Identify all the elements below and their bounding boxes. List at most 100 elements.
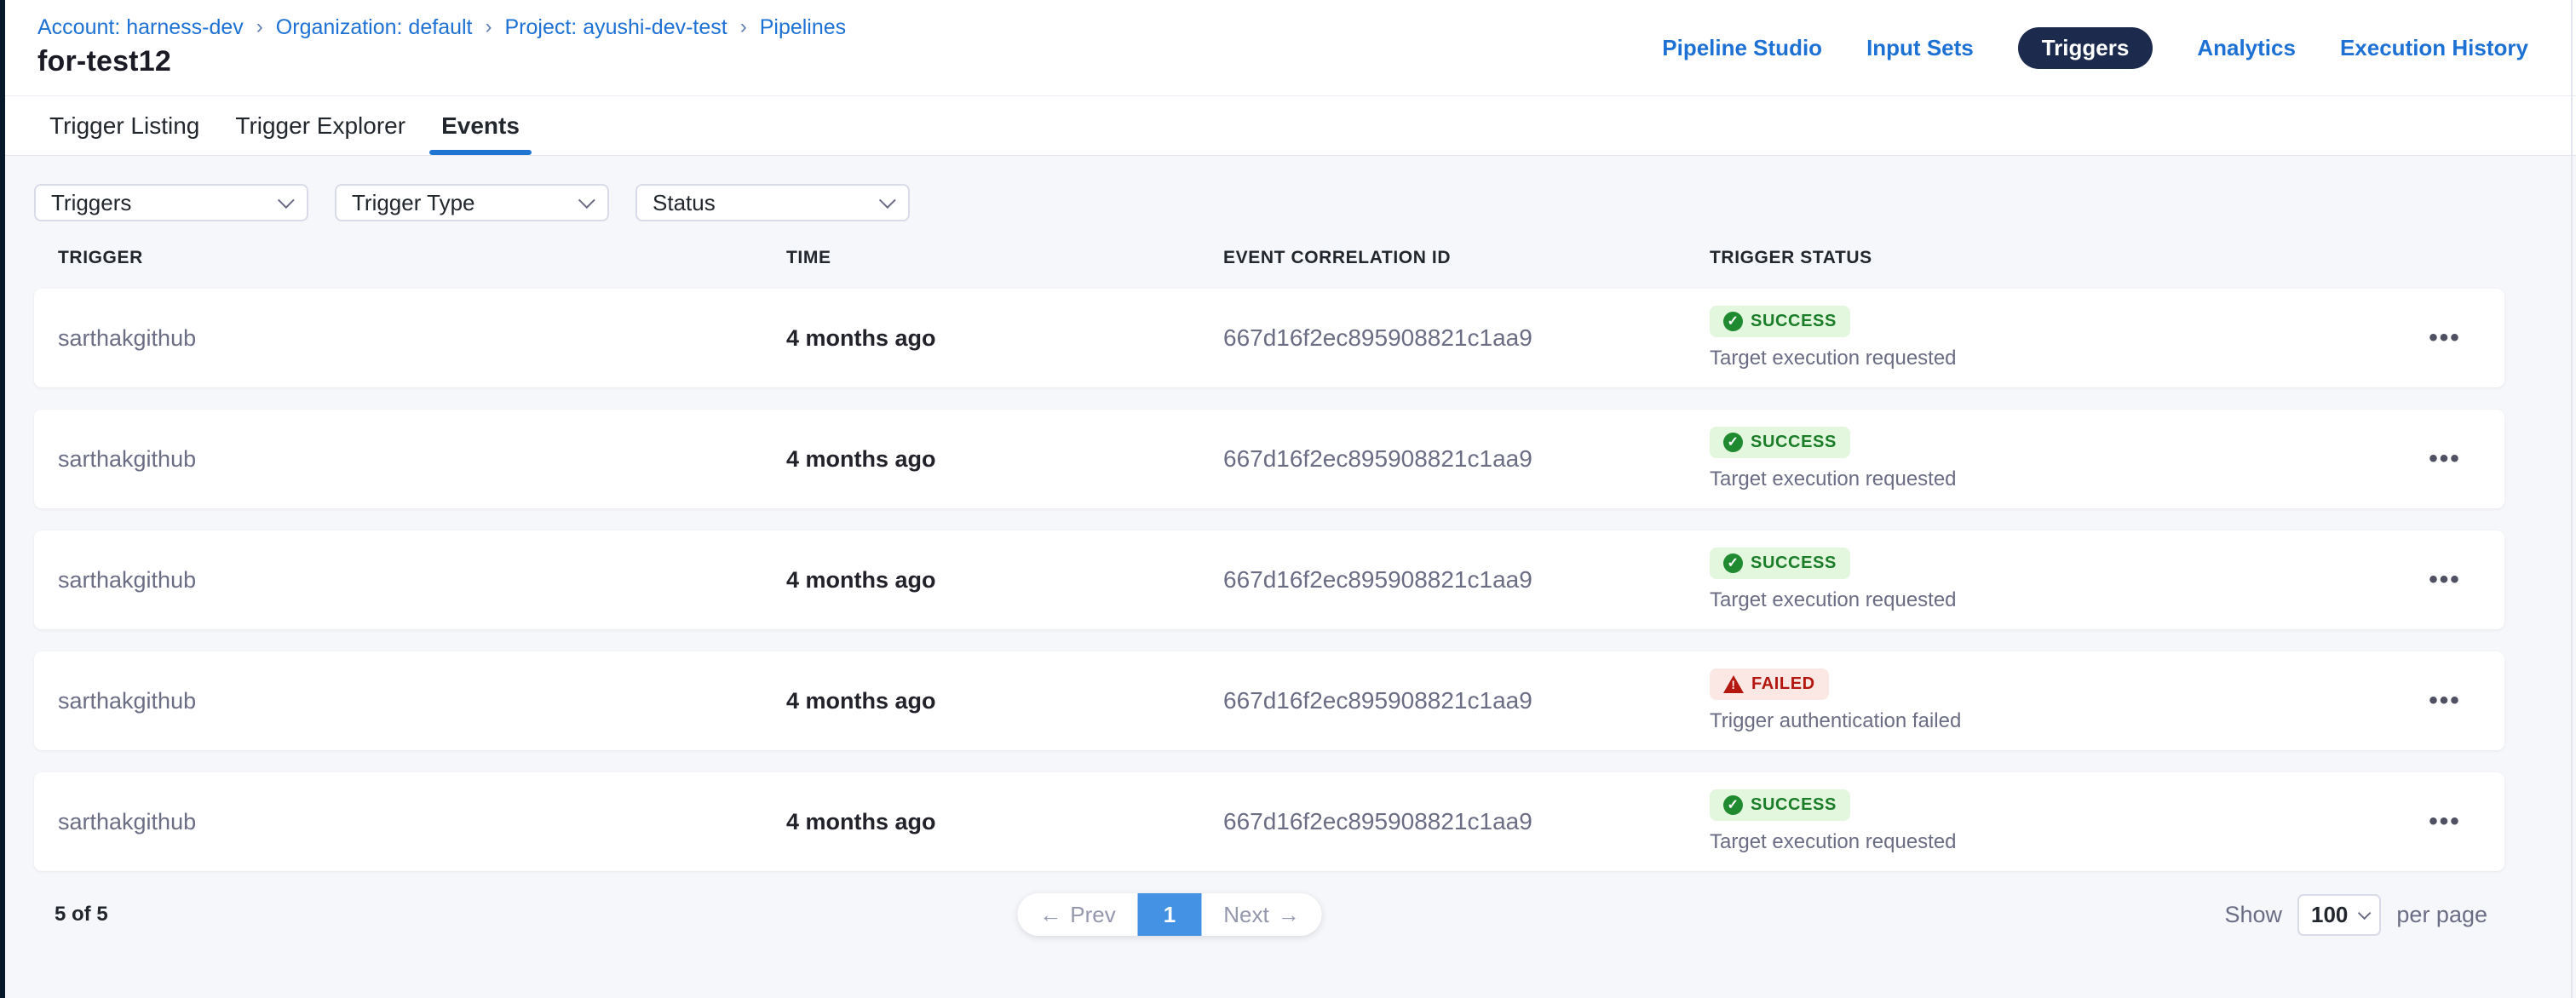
status-badge-icon: [1723, 675, 1744, 693]
column-header-time: TIME: [786, 248, 1223, 268]
status-badge-icon: [1723, 433, 1743, 452]
status-badge-icon: [1723, 312, 1743, 331]
status-badge: SUCCESS: [1710, 306, 1850, 337]
row-options-menu-button[interactable]: •••: [2429, 567, 2461, 593]
event-time: 4 months ago: [786, 567, 1223, 594]
table-row: sarthakgithub 4 months ago 667d16f2ec895…: [34, 410, 2504, 508]
tab-trigger-explorer[interactable]: Trigger Explorer: [233, 96, 407, 155]
status-message: Trigger authentication failed: [1710, 709, 2385, 733]
status-badge-label: SUCCESS: [1751, 795, 1837, 815]
trigger-status-cell: SUCCESS Target execution requested: [1710, 548, 2385, 612]
triggers-filter-label: Triggers: [51, 190, 131, 216]
event-time: 4 months ago: [786, 446, 1223, 473]
prev-page-button[interactable]: ← Prev: [1018, 893, 1138, 936]
column-header-trigger: TRIGGER: [58, 248, 786, 268]
status-filter-label: Status: [653, 190, 716, 216]
status-badge: FAILED: [1710, 668, 1829, 700]
page-header: Account: harness-dev › Organization: def…: [0, 0, 2576, 95]
breadcrumb-separator-icon: ›: [486, 14, 492, 41]
filters-row: Triggers Trigger Type Status: [34, 184, 2504, 221]
column-header-trigger-status: TRIGGER STATUS: [1710, 248, 2385, 268]
events-content: Triggers Trigger Type Status TRIGGER TIM…: [0, 156, 2576, 998]
trigger-status-cell: FAILED Trigger authentication failed: [1710, 668, 2385, 733]
trigger-name: sarthakgithub: [58, 325, 786, 352]
trigger-name: sarthakgithub: [58, 446, 786, 473]
pipeline-nav: Pipeline Studio Input Sets Triggers Anal…: [1662, 0, 2528, 95]
table-row: sarthakgithub 4 months ago 667d16f2ec895…: [34, 531, 2504, 629]
event-time: 4 months ago: [786, 688, 1223, 714]
chevron-down-icon: [879, 192, 896, 209]
trigger-name: sarthakgithub: [58, 567, 786, 594]
triggers-filter-dropdown[interactable]: Triggers: [34, 184, 308, 221]
status-badge-label: FAILED: [1751, 674, 1815, 694]
event-time: 4 months ago: [786, 325, 1223, 352]
trigger-type-filter-dropdown[interactable]: Trigger Type: [335, 184, 609, 221]
items-count: 5 of 5: [55, 893, 108, 936]
nav-execution-history[interactable]: Execution History: [2340, 35, 2528, 61]
status-message: Target execution requested: [1710, 588, 2385, 612]
page-size-dropdown[interactable]: 100: [2297, 894, 2381, 936]
page-size-value: 100: [2311, 902, 2348, 928]
trigger-name: sarthakgithub: [58, 809, 786, 835]
status-badge-label: SUCCESS: [1751, 553, 1837, 573]
trigger-status-cell: SUCCESS Target execution requested: [1710, 427, 2385, 491]
per-page-label: per page: [2396, 902, 2487, 928]
nav-triggers[interactable]: Triggers: [2018, 27, 2153, 69]
event-time: 4 months ago: [786, 809, 1223, 835]
status-badge: SUCCESS: [1710, 789, 1850, 821]
breadcrumb-organization-link[interactable]: Organization: default: [276, 14, 473, 41]
table-row: sarthakgithub 4 months ago 667d16f2ec895…: [34, 651, 2504, 750]
breadcrumb-pipelines-link[interactable]: Pipelines: [760, 14, 846, 41]
status-message: Target execution requested: [1710, 467, 2385, 491]
trigger-name: sarthakgithub: [58, 688, 786, 714]
status-badge: SUCCESS: [1710, 548, 1850, 579]
status-badge-icon: [1723, 553, 1743, 573]
row-options-menu-button[interactable]: •••: [2429, 325, 2461, 351]
table-row: sarthakgithub 4 months ago 667d16f2ec895…: [34, 289, 2504, 387]
arrow-right-icon: →: [1278, 902, 1300, 928]
show-label: Show: [2224, 902, 2282, 928]
pagination: ← Prev 1 Next →: [1018, 893, 1322, 936]
chevron-down-icon: [278, 192, 295, 209]
trigger-type-filter-label: Trigger Type: [352, 190, 475, 216]
status-filter-dropdown[interactable]: Status: [635, 184, 910, 221]
collapsed-sidenav-rail[interactable]: [0, 0, 5, 998]
event-correlation-id: 667d16f2ec895908821c1aa9: [1223, 566, 1710, 594]
chevron-down-icon: [2358, 906, 2372, 920]
tab-bar: Trigger Listing Trigger Explorer Events: [0, 95, 2576, 156]
chevron-down-icon: [578, 192, 595, 209]
breadcrumb-separator-icon: ›: [256, 14, 263, 41]
prev-page-label: Prev: [1070, 902, 1115, 928]
status-badge-label: SUCCESS: [1751, 312, 1837, 331]
trigger-status-cell: SUCCESS Target execution requested: [1710, 789, 2385, 854]
row-options-menu-button[interactable]: •••: [2429, 446, 2461, 472]
page-number-button[interactable]: 1: [1138, 893, 1202, 936]
event-correlation-id: 667d16f2ec895908821c1aa9: [1223, 687, 1710, 714]
table-row: sarthakgithub 4 months ago 667d16f2ec895…: [34, 772, 2504, 871]
table-footer: 5 of 5 ← Prev 1 Next → Show 100 per pa: [34, 893, 2504, 936]
events-table-body: sarthakgithub 4 months ago 667d16f2ec895…: [34, 289, 2504, 871]
scrollbar-track[interactable]: [2571, 0, 2573, 998]
trigger-status-cell: SUCCESS Target execution requested: [1710, 306, 2385, 370]
breadcrumb-project-link[interactable]: Project: ayushi-dev-test: [505, 14, 727, 41]
next-page-button[interactable]: Next →: [1202, 893, 1322, 936]
row-options-menu-button[interactable]: •••: [2429, 688, 2461, 714]
event-correlation-id: 667d16f2ec895908821c1aa9: [1223, 324, 1710, 352]
page-size-control: Show 100 per page: [2224, 893, 2487, 936]
event-correlation-id: 667d16f2ec895908821c1aa9: [1223, 445, 1710, 473]
tab-trigger-listing[interactable]: Trigger Listing: [48, 96, 201, 155]
arrow-left-icon: ←: [1039, 902, 1061, 928]
status-message: Target execution requested: [1710, 347, 2385, 370]
event-correlation-id: 667d16f2ec895908821c1aa9: [1223, 808, 1710, 835]
status-badge: SUCCESS: [1710, 427, 1850, 458]
nav-pipeline-studio[interactable]: Pipeline Studio: [1662, 35, 1822, 61]
row-options-menu-button[interactable]: •••: [2429, 809, 2461, 835]
status-message: Target execution requested: [1710, 830, 2385, 854]
app-root: Account: harness-dev › Organization: def…: [0, 0, 2576, 998]
tab-events[interactable]: Events: [440, 96, 521, 155]
table-header-row: TRIGGER TIME EVENT CORRELATION ID TRIGGE…: [34, 248, 2504, 268]
status-badge-label: SUCCESS: [1751, 433, 1837, 452]
breadcrumb-account-link[interactable]: Account: harness-dev: [37, 14, 244, 41]
nav-analytics[interactable]: Analytics: [2197, 35, 2296, 61]
nav-input-sets[interactable]: Input Sets: [1866, 35, 1974, 61]
